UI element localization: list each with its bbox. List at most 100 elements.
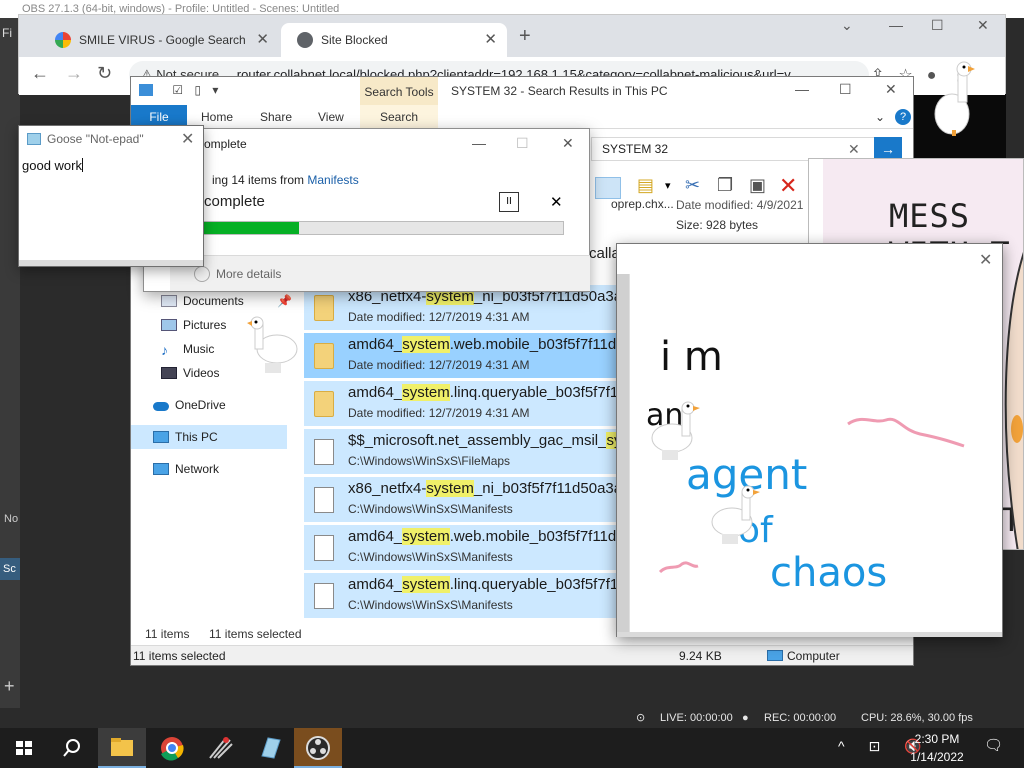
dropdown-icon[interactable]: ▾ [212,83,218,97]
close-button[interactable]: ✕ [979,250,992,270]
nav-pictures[interactable]: Pictures [161,313,226,337]
detail-date-modified: Date modified: 4/9/2021 [676,198,804,212]
taskbar-chrome[interactable] [148,728,196,768]
preview-pane-icon[interactable] [595,177,621,199]
obs-status-bar: ⊙ LIVE: 00:00:00 ● REC: 00:00:00 CPU: 28… [0,708,1024,728]
search-tools-tab[interactable]: Search Tools [360,77,438,105]
close-button[interactable]: ✕ [977,17,989,34]
this-pc-icon [153,431,169,443]
result-row[interactable]: amd64_system.web.mobile_b03f5f7f11d5 C:\… [304,525,616,571]
taskbar-file-explorer[interactable] [98,728,146,768]
ribbon-tab-view[interactable]: View [318,105,344,129]
nav-onedrive[interactable]: OneDrive [153,393,226,417]
copy-progress-bar [200,221,564,235]
google-icon [55,32,71,48]
copy-icon[interactable]: ❐ [717,175,733,196]
more-details-button[interactable]: More details [170,255,590,291]
close-tab-icon[interactable]: ✕ [256,23,269,57]
chevron-down-icon[interactable]: ⌄ [841,17,853,34]
computer-icon [767,650,783,661]
nav-this-pc[interactable]: This PC [131,425,287,449]
taskbar-clock[interactable]: 2:30 PM 1/14/2022 [892,730,982,766]
clear-search-icon[interactable]: ✕ [848,138,860,160]
explorer-title-bar: ☑ ▯ ▾ Search Tools SYSTEM 32 - Search Re… [131,77,913,105]
maximize-button[interactable]: ☐ [931,17,944,34]
cut-icon[interactable]: ✂ [685,175,700,196]
result-row[interactable]: amd64_system.linq.queryable_b03f5f7f11 D… [304,381,616,427]
obs-add-button[interactable]: + [4,676,15,697]
chevron-down-icon [194,266,210,282]
partial-filename: oprep.chx... [611,197,674,211]
clock-time: 2:30 PM [914,732,960,746]
obs-left-panel [0,18,20,708]
tab-smile-virus[interactable]: SMILE VIRUS - Google Search ✕ [39,23,279,57]
forward-button[interactable]: → [65,63,83,84]
pictures-icon [161,319,177,331]
cancel-copy-button[interactable]: ✕ [550,193,563,211]
new-folder-icon[interactable]: ▯ [194,83,201,97]
quick-access-toolbar: ☑ ▯ ▾ [139,83,218,97]
goose-app-icon [209,737,233,759]
chaos-left-border [617,274,629,634]
goose-notepad-window: Goose "Not-epad" ✕ good work [18,125,204,267]
close-button[interactable]: ✕ [885,81,897,98]
goose-notepad-text[interactable]: good work [22,158,83,173]
nav-videos[interactable]: Videos [161,361,219,385]
search-button[interactable] [48,728,96,768]
goose-notepad-title: Goose "Not-epad" [47,132,144,146]
start-button[interactable] [0,728,48,768]
folder-icon [314,343,334,369]
pin-icon[interactable]: 📌 [277,294,292,308]
notepad-icon [261,737,281,759]
network-icon [153,463,169,475]
dropdown-icon[interactable]: ▾ [665,179,671,192]
maximize-button: ☐ [516,135,529,151]
close-button[interactable]: ✕ [181,129,194,149]
nav-music[interactable]: ♪ Music [161,337,214,361]
nav-documents[interactable]: Documents 📌 [161,289,292,313]
notification-icon[interactable]: 🗨 [984,736,1004,756]
live-icon: ⊙ [636,712,646,724]
maximize-button[interactable]: ☐ [839,81,852,98]
notepad-icon [27,133,41,145]
minimize-button[interactable]: — [795,81,809,97]
ribbon-tab-home[interactable]: Home [201,105,233,129]
result-row[interactable]: amd64_system.web.mobile_b03f5f7f11d5 Dat… [304,333,616,379]
result-row[interactable]: amd64_system.linq.queryable_b03f5f7f11 C… [304,573,616,619]
minimize-button[interactable]: — [472,135,486,151]
manifests-link[interactable]: Manifests [307,173,358,187]
copy-percent: complete [204,193,265,210]
obs-menu-file[interactable]: Fi [2,26,12,40]
obs-scene-item[interactable]: Sc [0,558,20,580]
minimize-button[interactable]: — [889,17,903,33]
ribbon-tab-share[interactable]: Share [260,105,292,129]
windows-icon [16,741,32,755]
new-tab-button[interactable]: + [519,25,531,48]
file-icon [314,439,334,465]
goose-sprite [247,316,298,373]
paste-icon[interactable]: ▣ [749,175,766,196]
obs-live-status: LIVE: 00:00:00 [660,712,733,724]
rec-icon: ● [742,712,749,724]
result-row[interactable]: $$_microsoft.net_assembly_gac_msil_syst … [304,429,616,475]
close-tab-icon[interactable]: ✕ [484,23,497,57]
tab-site-blocked[interactable]: Site Blocked ✕ [281,23,507,57]
onedrive-icon [153,402,169,411]
taskbar-goose[interactable] [196,728,244,768]
chaos-canvas: i m an agent of chaos [629,274,989,636]
ribbon-tab-search[interactable]: Search [360,105,438,129]
checkbox-icon[interactable]: ☑ [172,83,183,97]
taskbar-obs[interactable] [294,728,342,768]
close-button[interactable]: ✕ [562,135,574,152]
back-button[interactable]: ← [31,63,49,84]
help-icon[interactable]: ? [895,109,911,125]
obs-rec-status: REC: 00:00:00 [764,712,837,724]
folder-options-icon[interactable]: ▤ [637,175,654,196]
chaos-drawing-window: ✕ i m an agent of chaos [616,243,1003,637]
nav-network[interactable]: Network [153,457,219,481]
reload-button[interactable]: ↻ [97,63,112,84]
pause-button[interactable]: II [499,192,519,212]
taskbar-notepad[interactable] [246,728,294,768]
result-row[interactable]: x86_netfx4-system_ni_b03f5f7f11d50a3a_ C… [304,477,616,523]
chevron-down-icon[interactable]: ⌄ [875,105,885,129]
